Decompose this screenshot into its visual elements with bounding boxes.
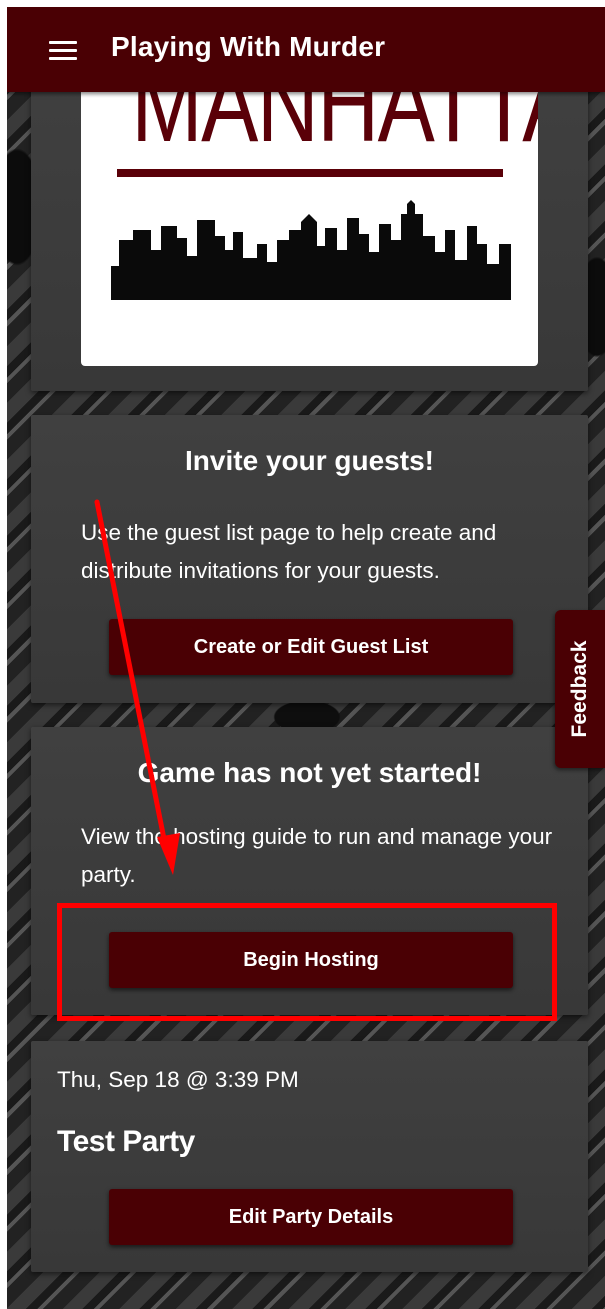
party-name: Test Party <box>57 1125 195 1158</box>
feedback-label: Feedback <box>568 640 591 738</box>
game-status-card: Game has not yet started! View the hosti… <box>31 727 588 1015</box>
invite-guests-card: Invite your guests! Use the guest list p… <box>31 415 588 703</box>
game-status-heading: Game has not yet started! <box>137 757 482 788</box>
app-screen: Playing With Murder MANHATTAN Invite you… <box>7 7 605 1309</box>
invite-description: Use the guest list page to help create a… <box>81 520 497 583</box>
poster-card: MANHATTAN <box>31 67 588 391</box>
begin-hosting-button[interactable]: Begin Hosting <box>109 932 513 988</box>
party-date: Thu, Sep 18 @ 3:39 PM <box>57 1067 299 1092</box>
poster-divider <box>117 169 503 177</box>
create-edit-guest-list-button[interactable]: Create or Edit Guest List <box>109 619 513 675</box>
app-bar: Playing With Murder <box>7 7 605 92</box>
feedback-tab[interactable]: Feedback <box>555 610 605 768</box>
edit-party-details-button[interactable]: Edit Party Details <box>109 1189 513 1245</box>
invite-heading: Invite your guests! <box>185 445 434 476</box>
game-status-description: View the hosting guide to run and manage… <box>81 824 553 887</box>
hamburger-menu-icon[interactable] <box>49 41 77 61</box>
skyline-icon <box>111 200 511 300</box>
event-poster-image: MANHATTAN <box>81 92 538 366</box>
poster-title: MANHATTAN <box>131 92 538 165</box>
app-title: Playing With Murder <box>111 31 386 62</box>
